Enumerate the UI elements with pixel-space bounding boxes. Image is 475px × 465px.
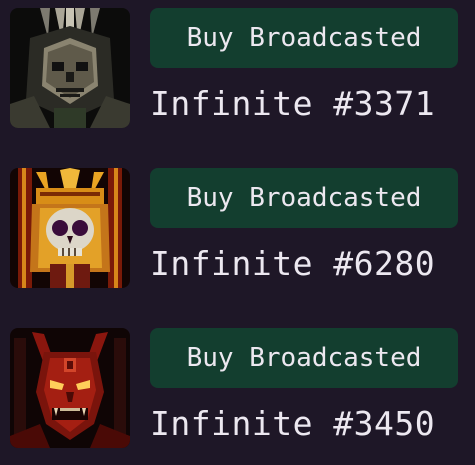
nft-listing: Buy Broadcasted Infinite #3371 Buy Broad… [0, 0, 475, 465]
nft-title: Infinite #3450 [150, 404, 436, 443]
dark-knight-skull-image [10, 8, 130, 128]
nft-title: Infinite #3371 [150, 84, 436, 123]
nft-thumbnail[interactable] [10, 168, 130, 288]
buy-broadcasted-button[interactable]: Buy Broadcasted [150, 328, 458, 388]
list-item: Buy Broadcasted Infinite #3371 [0, 8, 475, 128]
buy-broadcasted-button[interactable]: Buy Broadcasted [150, 8, 458, 68]
nft-thumbnail[interactable] [10, 328, 130, 448]
nft-thumbnail[interactable] [10, 8, 130, 128]
list-item: Buy Broadcasted Infinite #6280 [0, 168, 475, 288]
red-demon-image [10, 328, 130, 448]
golden-skull-image [10, 168, 130, 288]
buy-broadcasted-button[interactable]: Buy Broadcasted [150, 168, 458, 228]
list-item: Buy Broadcasted Infinite #3450 [0, 328, 475, 448]
nft-title: Infinite #6280 [150, 244, 436, 283]
